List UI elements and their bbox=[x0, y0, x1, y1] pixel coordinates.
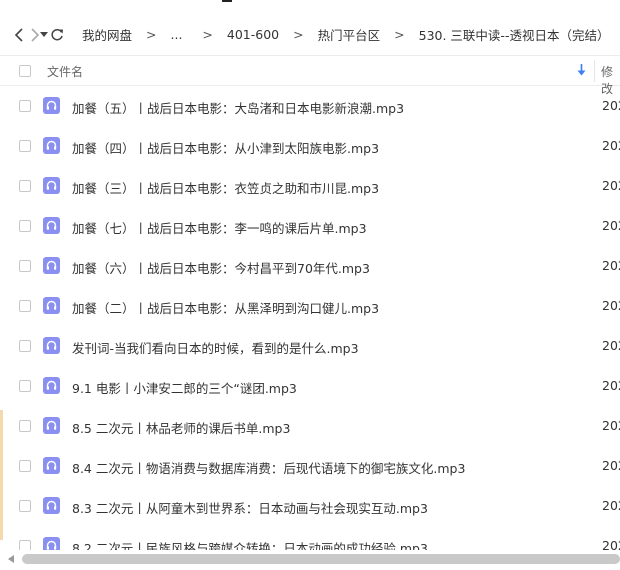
navigation-bar: 我的网盘 > ... > 401-600 > 热门平台区 > 530. 三联中读… bbox=[0, 14, 620, 56]
breadcrumb-separator: > bbox=[202, 27, 213, 42]
file-row[interactable]: 加餐（三）丨战后日本电影：衣笠贞之助和市川昆.mp3 202 bbox=[0, 166, 620, 206]
file-modified-date: 202 bbox=[602, 378, 620, 393]
column-name-header[interactable]: 文件名 bbox=[47, 63, 83, 80]
row-checkbox[interactable] bbox=[19, 420, 31, 432]
file-row[interactable]: 8.3 二次元丨从阿童木到世界系：日本动画与社会现实互动.mp3 202 bbox=[0, 486, 620, 526]
file-modified-date: 202 bbox=[602, 258, 620, 273]
file-name[interactable]: 发刊词-当我们看向日本的时候，看到的是什么.mp3 bbox=[72, 338, 359, 357]
file-modified-date: 202 bbox=[602, 178, 620, 193]
file-modified-date: 202 bbox=[602, 98, 620, 113]
breadcrumb-separator: > bbox=[146, 27, 157, 42]
headphones-icon bbox=[43, 417, 60, 434]
file-name[interactable]: 加餐（三）丨战后日本电影：衣笠贞之助和市川昆.mp3 bbox=[72, 178, 379, 197]
history-dropdown-button[interactable] bbox=[40, 20, 48, 50]
row-checkbox[interactable] bbox=[19, 260, 31, 272]
caret-down-icon bbox=[40, 31, 48, 37]
file-name[interactable]: 8.3 二次元丨从阿童木到世界系：日本动画与社会现实互动.mp3 bbox=[72, 498, 428, 517]
file-row[interactable]: 8.2 二次元丨民族风格与跨媒介转换：日本动画的成功经验.mp3 202 bbox=[0, 526, 620, 550]
file-modified-date: 202 bbox=[602, 498, 620, 513]
title-mark bbox=[222, 0, 232, 2]
scroll-left-arrow-icon[interactable] bbox=[8, 555, 14, 563]
headphones-icon bbox=[43, 257, 60, 274]
back-button[interactable] bbox=[14, 20, 24, 50]
row-checkbox[interactable] bbox=[19, 380, 31, 392]
breadcrumb-item[interactable]: 热门平台区 bbox=[318, 25, 381, 44]
row-checkbox[interactable] bbox=[19, 540, 31, 550]
headphones-icon bbox=[43, 177, 60, 194]
column-divider[interactable] bbox=[594, 60, 595, 82]
headphones-icon bbox=[43, 297, 60, 314]
breadcrumb: 我的网盘 > ... > 401-600 > 热门平台区 > 530. 三联中读… bbox=[82, 25, 620, 44]
breadcrumb-item[interactable]: ... bbox=[171, 27, 183, 42]
headphones-icon bbox=[43, 217, 60, 234]
row-checkbox[interactable] bbox=[19, 300, 31, 312]
file-row[interactable]: 加餐（七）丨战后日本电影：李一鸣的课后片单.mp3 202 bbox=[0, 206, 620, 246]
file-name[interactable]: 8.5 二次元丨林品老师的课后书单.mp3 bbox=[72, 418, 290, 437]
headphones-icon bbox=[43, 377, 60, 394]
file-row[interactable]: 加餐（四）丨战后日本电影：从小津到太阳族电影.mp3 202 bbox=[0, 126, 620, 166]
file-name[interactable]: 加餐（六）丨战后日本电影：今村昌平到70年代.mp3 bbox=[72, 258, 370, 277]
window-top-strip bbox=[0, 0, 620, 14]
file-modified-date: 202 bbox=[602, 418, 620, 433]
row-checkbox[interactable] bbox=[19, 100, 31, 112]
breadcrumb-item[interactable]: 我的网盘 bbox=[82, 25, 132, 44]
breadcrumb-separator: > bbox=[293, 27, 304, 42]
breadcrumb-item[interactable]: 401-600 bbox=[227, 27, 279, 42]
file-row[interactable]: 加餐（六）丨战后日本电影：今村昌平到70年代.mp3 202 bbox=[0, 246, 620, 286]
file-row[interactable]: 9.1 电影丨小津安二郎的三个“谜团.mp3 202 bbox=[0, 366, 620, 406]
file-row[interactable]: 加餐（五）丨战后日本电影：大岛渚和日本电影新浪潮.mp3 202 bbox=[0, 86, 620, 126]
file-modified-date: 202 bbox=[602, 338, 620, 353]
file-row[interactable]: 加餐（二）丨战后日本电影：从黑泽明到沟口健儿.mp3 202 bbox=[0, 286, 620, 326]
headphones-icon bbox=[43, 337, 60, 354]
file-modified-date: 202 bbox=[602, 218, 620, 233]
refresh-button[interactable] bbox=[50, 20, 64, 50]
forward-button[interactable] bbox=[30, 20, 40, 50]
select-all-checkbox[interactable] bbox=[19, 65, 31, 77]
headphones-icon bbox=[43, 137, 60, 154]
file-name[interactable]: 加餐（五）丨战后日本电影：大岛渚和日本电影新浪潮.mp3 bbox=[72, 98, 404, 117]
chevron-right-icon bbox=[31, 27, 40, 42]
breadcrumb-separator: > bbox=[394, 27, 405, 42]
row-checkbox[interactable] bbox=[19, 460, 31, 472]
left-edge-accent bbox=[0, 410, 3, 540]
row-checkbox[interactable] bbox=[19, 500, 31, 512]
file-name[interactable]: 加餐（四）丨战后日本电影：从小津到太阳族电影.mp3 bbox=[72, 138, 379, 157]
file-list: 加餐（五）丨战后日本电影：大岛渚和日本电影新浪潮.mp3202加餐（四）丨战后日… bbox=[0, 86, 620, 550]
headphones-icon bbox=[43, 497, 60, 514]
scrollbar-thumb[interactable] bbox=[22, 554, 620, 564]
file-modified-date: 202 bbox=[602, 138, 620, 153]
row-checkbox[interactable] bbox=[19, 220, 31, 232]
file-row[interactable]: 8.4 二次元丨物语消费与数据库消费：后现代语境下的御宅族文化.mp3 202 bbox=[0, 446, 620, 486]
file-name[interactable]: 8.4 二次元丨物语消费与数据库消费：后现代语境下的御宅族文化.mp3 bbox=[72, 458, 465, 477]
row-checkbox[interactable] bbox=[19, 140, 31, 152]
row-checkbox[interactable] bbox=[19, 180, 31, 192]
column-header: 文件名 修改 bbox=[0, 56, 620, 96]
row-checkbox[interactable] bbox=[19, 340, 31, 352]
file-modified-date: 202 bbox=[602, 458, 620, 473]
file-row[interactable]: 8.5 二次元丨林品老师的课后书单.mp3 202 bbox=[0, 406, 620, 446]
file-name[interactable]: 加餐（七）丨战后日本电影：李一鸣的课后片单.mp3 bbox=[72, 218, 367, 237]
file-name[interactable]: 9.1 电影丨小津安二郎的三个“谜团.mp3 bbox=[72, 378, 297, 397]
horizontal-scrollbar[interactable] bbox=[0, 550, 620, 570]
headphones-icon bbox=[43, 97, 60, 114]
headphones-icon bbox=[43, 537, 60, 550]
file-name[interactable]: 8.2 二次元丨民族风格与跨媒介转换：日本动画的成功经验.mp3 bbox=[72, 538, 428, 550]
refresh-icon bbox=[51, 28, 63, 40]
file-modified-date: 202 bbox=[602, 538, 620, 550]
arrow-down-icon[interactable] bbox=[577, 64, 586, 76]
chevron-left-icon bbox=[14, 27, 23, 42]
file-row[interactable]: 发刊词-当我们看向日本的时候，看到的是什么.mp3 202 bbox=[0, 326, 620, 366]
file-name[interactable]: 加餐（二）丨战后日本电影：从黑泽明到沟口健儿.mp3 bbox=[72, 298, 379, 317]
breadcrumb-item[interactable]: 530. 三联中读--透视日本（完结） bbox=[419, 25, 610, 44]
file-modified-date: 202 bbox=[602, 298, 620, 313]
headphones-icon bbox=[43, 457, 60, 474]
